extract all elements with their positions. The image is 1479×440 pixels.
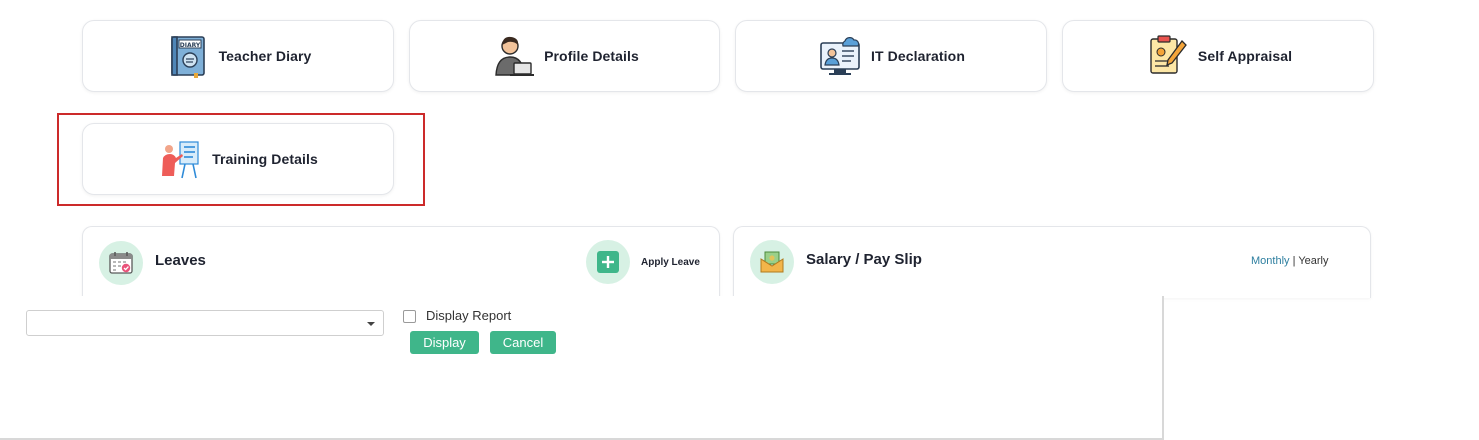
period-toggle: Monthly | Yearly: [1251, 255, 1328, 267]
report-select[interactable]: [26, 310, 384, 336]
apply-leave-button[interactable]: [586, 240, 630, 284]
tile-self-appraisal[interactable]: Self Appraisal: [1062, 20, 1374, 92]
tile-label: Profile Details: [544, 48, 639, 64]
salary-icon-circle: [750, 240, 794, 284]
dropdown-arrow-icon: [367, 322, 375, 326]
tile-it-declaration[interactable]: IT Declaration: [735, 20, 1047, 92]
training-highlight-frame: [57, 113, 425, 206]
profile-icon: [495, 36, 535, 76]
leaves-icon-circle: [99, 241, 143, 285]
leaves-card: Leaves Apply Leave: [82, 226, 720, 298]
display-report-checkbox[interactable]: [403, 310, 416, 323]
apply-leave-label[interactable]: Apply Leave: [641, 257, 700, 268]
cancel-button[interactable]: Cancel: [490, 331, 556, 354]
salary-card: Salary / Pay Slip Monthly | Yearly: [733, 226, 1371, 298]
tile-profile-details[interactable]: Profile Details: [409, 20, 720, 92]
tile-teacher-diary[interactable]: DIARY Teacher Diary: [82, 20, 394, 92]
svg-text:DIARY: DIARY: [179, 42, 200, 49]
self-appraisal-icon: [1150, 35, 1187, 74]
plus-icon: [597, 251, 619, 273]
tile-label: Self Appraisal: [1197, 48, 1293, 64]
tile-label: IT Declaration: [871, 48, 965, 64]
report-panel: Display Report Display Cancel: [0, 296, 1164, 440]
display-report-label: Display Report: [426, 308, 512, 323]
calendar-icon: [109, 252, 133, 274]
diary-icon: DIARY: [170, 36, 205, 78]
display-button[interactable]: Display: [410, 331, 479, 354]
salary-title: Salary / Pay Slip: [806, 251, 922, 268]
monthly-link[interactable]: Monthly: [1251, 255, 1290, 267]
it-declaration-icon: [820, 37, 860, 75]
yearly-link[interactable]: Yearly: [1298, 255, 1328, 267]
leaves-title: Leaves: [155, 252, 206, 269]
period-separator: |: [1289, 255, 1299, 267]
envelope-money-icon: [760, 251, 784, 273]
tile-label: Teacher Diary: [218, 48, 312, 64]
